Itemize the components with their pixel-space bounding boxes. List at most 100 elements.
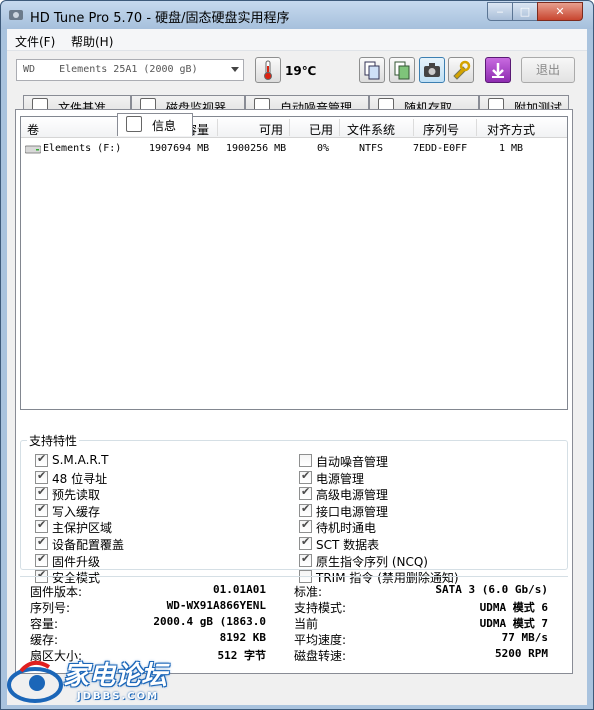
column-header[interactable]: 已用 bbox=[309, 121, 333, 138]
temperature-value: 19℃ bbox=[285, 64, 317, 78]
info-value: 5200 RPM bbox=[495, 647, 548, 660]
menu-file[interactable]: 文件(F) bbox=[15, 33, 55, 50]
info-row: 平均速度: 77 MB/s bbox=[294, 631, 548, 647]
table-cell: 7EDD-E0FF bbox=[413, 143, 468, 154]
minimize-button[interactable]: ‒ bbox=[487, 2, 513, 21]
checkbox-checked[interactable]: ✔ bbox=[299, 551, 312, 567]
drive-icon bbox=[25, 145, 41, 154]
checkmark-icon: ✔ bbox=[37, 551, 47, 565]
title-bar: HD Tune Pro 5.70 - 硬盘/固态硬盘实用程序 ‒ □ ✕ bbox=[1, 1, 593, 29]
copy-text-button[interactable] bbox=[359, 57, 385, 83]
menu-help[interactable]: 帮助(H) bbox=[71, 33, 113, 50]
checkbox-checked[interactable]: ✔ bbox=[35, 501, 48, 517]
copy-all-button[interactable] bbox=[389, 57, 415, 83]
checkbox-checked[interactable]: ✔ bbox=[299, 485, 312, 501]
drive-select[interactable]: WD Elements 25A1 (2000 gB) bbox=[16, 59, 244, 81]
save-button[interactable] bbox=[485, 57, 511, 83]
checkbox-checked[interactable]: ✔ bbox=[35, 518, 48, 534]
table-cell: Elements (F:) bbox=[43, 143, 122, 154]
table-cell: 1907694 MB bbox=[149, 143, 210, 154]
hdtune-app-icon bbox=[9, 10, 23, 20]
feature-label: 设备配置覆盖 bbox=[52, 538, 125, 552]
column-header[interactable]: 卷 bbox=[27, 121, 39, 138]
checkbox-checked[interactable]: ✔ bbox=[35, 468, 48, 484]
table-cell: 1 MB bbox=[499, 143, 524, 154]
checkbox-checked[interactable]: ✔ bbox=[299, 501, 312, 517]
info-key: 缓存: bbox=[30, 633, 59, 647]
column-separator bbox=[289, 119, 290, 136]
info-value: UDMA 模式 6 bbox=[479, 601, 548, 614]
feature-label: 高级电源管理 bbox=[316, 488, 389, 503]
volume-list[interactable]: 卷容量 可用 已用 文件系统 序列号 对齐方式 Elements (F:) 1907694 … bbox=[20, 116, 568, 410]
download-arrow-icon bbox=[492, 63, 504, 78]
info-row: 标准: SATA 3 (6.0 Gb/s) bbox=[294, 583, 548, 599]
column-header[interactable]: 可用 bbox=[259, 121, 283, 138]
app-window: HD Tune Pro 5.70 - 硬盘/固态硬盘实用程序 ‒ □ ✕ 文件(… bbox=[0, 0, 594, 710]
chevron-down-icon bbox=[231, 67, 239, 72]
checkbox-checked[interactable]: ✔ bbox=[35, 551, 48, 567]
info-key: 容量: bbox=[30, 617, 59, 631]
checkbox-checked[interactable]: ✔ bbox=[35, 452, 48, 467]
checkmark-icon: ✔ bbox=[301, 518, 311, 532]
column-header[interactable]: 文件系统 bbox=[347, 121, 395, 138]
checkmark-icon: ✔ bbox=[37, 468, 47, 482]
info-value: 8192 KB bbox=[219, 631, 266, 644]
watermark-subtext: JDBBS.COM bbox=[77, 691, 160, 702]
feature-label: 写入缓存 bbox=[52, 504, 101, 519]
info-row: 缓存: 8192 KB bbox=[30, 631, 266, 647]
thermometer-icon bbox=[264, 60, 272, 80]
feature-label: 自动噪音管理 bbox=[316, 455, 389, 469]
info-key: 标准: bbox=[294, 585, 323, 599]
checkbox-checked[interactable]: ✔ bbox=[299, 469, 312, 484]
exit-button[interactable]: 退出 bbox=[521, 57, 575, 83]
info-row: 支持模式: UDMA 模式 6 bbox=[294, 599, 548, 615]
column-header[interactable]: 对齐方式 bbox=[487, 121, 535, 138]
checkmark-icon: ✔ bbox=[37, 501, 47, 515]
checkbox-checked[interactable]: ✔ bbox=[35, 485, 48, 501]
info-row: 当前 UDMA 模式 7 bbox=[294, 615, 548, 631]
temperature-button[interactable] bbox=[255, 57, 281, 83]
tab-bottom-1[interactable]: 信息 bbox=[117, 113, 193, 136]
info-value: SATA 3 (6.0 Gb/s) bbox=[435, 583, 548, 596]
maximize-button[interactable]: □ bbox=[512, 2, 538, 21]
tab-label: 信息 bbox=[152, 119, 177, 133]
info-value: 01.01A01 bbox=[213, 583, 266, 596]
window-title: HD Tune Pro 5.70 - 硬盘/固态硬盘实用程序 bbox=[30, 11, 290, 26]
column-header[interactable]: 序列号 bbox=[423, 121, 459, 138]
close-button[interactable]: ✕ bbox=[537, 2, 583, 21]
checkmark-icon: ✔ bbox=[37, 485, 47, 499]
checkmark-icon: ✔ bbox=[301, 485, 311, 499]
checkbox-checked[interactable]: ✔ bbox=[299, 535, 312, 550]
feature-label: 原生指令序列 (NCQ) bbox=[316, 554, 428, 569]
drive-select-value: WD Elements 25A1 (2000 gB) bbox=[23, 64, 198, 75]
table-row[interactable]: Elements (F:) 1907694 MB 1900256 MB 0% NTFS 7… bbox=[21, 141, 567, 157]
toolbar: WD Elements 25A1 (2000 gB) 19℃ 退出 bbox=[7, 51, 587, 91]
feature-label: 主保护区域 bbox=[52, 521, 113, 536]
wrench-icon bbox=[453, 60, 471, 80]
checkmark-icon: ✔ bbox=[301, 501, 311, 515]
info-row: 磁盘转速: 5200 RPM bbox=[294, 647, 548, 663]
feature-label: 固件升级 bbox=[52, 554, 101, 569]
info-icon bbox=[126, 116, 142, 132]
volume-list-header: 卷容量 可用 已用 文件系统 序列号 对齐方式 bbox=[21, 117, 567, 138]
column-separator bbox=[476, 119, 477, 136]
watermark-swirl-icon bbox=[7, 660, 63, 703]
checkbox-unchecked[interactable] bbox=[299, 454, 312, 467]
table-cell: 1900256 MB bbox=[226, 143, 287, 154]
checkmark-icon: ✔ bbox=[37, 518, 47, 532]
info-row: 容量: 2000.4 gB (1863.0 bbox=[30, 615, 266, 631]
feature-label: 待机时通电 bbox=[316, 521, 377, 536]
info-key: 序列号: bbox=[30, 601, 71, 615]
checkbox-checked[interactable]: ✔ bbox=[35, 535, 48, 550]
checkmark-icon: ✔ bbox=[301, 551, 311, 565]
camera-icon bbox=[424, 63, 440, 77]
checkmark-icon: ✔ bbox=[301, 535, 311, 548]
feature-label: 预先读取 bbox=[52, 488, 101, 503]
table-cell: 0% bbox=[317, 143, 330, 154]
checkmark-icon: ✔ bbox=[37, 535, 47, 548]
screenshot-button[interactable] bbox=[419, 57, 445, 83]
options-button[interactable] bbox=[448, 57, 474, 83]
feature-label: 电源管理 bbox=[316, 471, 365, 486]
checkbox-checked[interactable]: ✔ bbox=[299, 518, 312, 534]
info-value: 2000.4 gB (1863.0 bbox=[153, 615, 266, 628]
